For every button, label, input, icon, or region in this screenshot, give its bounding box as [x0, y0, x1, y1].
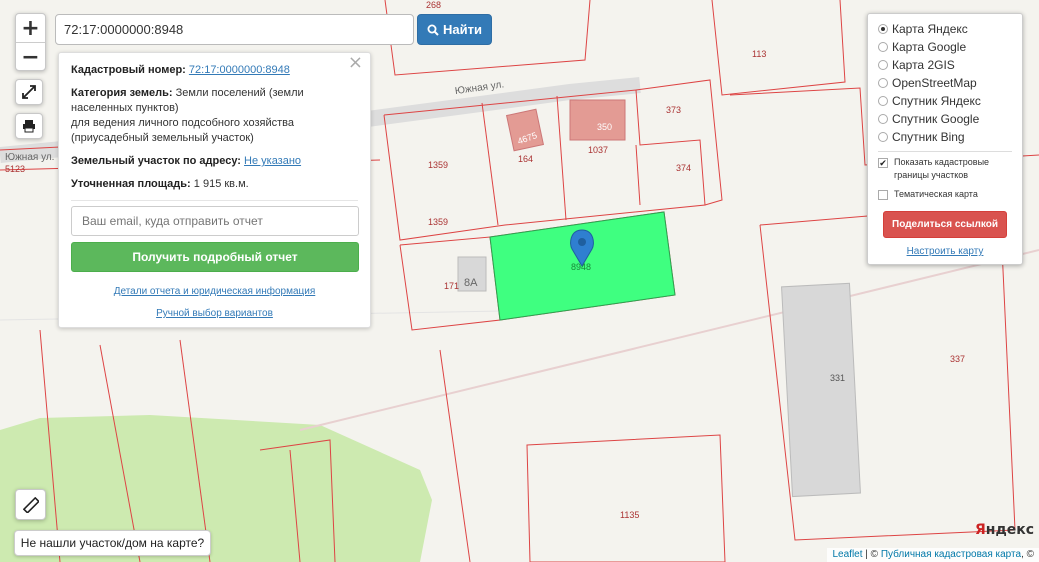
yandex-logo: Яндекс — [975, 522, 1035, 538]
layer-option-label: Карта Яндекс — [892, 22, 968, 36]
radio-icon — [878, 96, 888, 106]
radio-icon — [878, 60, 888, 70]
building-350 — [569, 99, 626, 141]
layer-option[interactable]: Спутник Google — [878, 110, 1012, 128]
category-line3: (приусадебный земельный участок) — [71, 132, 254, 144]
not-found-button[interactable]: Не нашли участок/дом на карте? — [14, 530, 211, 556]
layer-option-label: Спутник Яндекс — [892, 94, 981, 108]
layer-option[interactable]: Спутник Bing — [878, 128, 1012, 146]
setup-map-link[interactable]: Настроить карту — [878, 246, 1012, 257]
parcel-label: 1359 — [428, 160, 448, 170]
manual-selection-link[interactable]: Ручной выбор вариантов — [156, 308, 273, 319]
building-label: 8А — [464, 277, 478, 289]
printer-icon — [23, 120, 35, 133]
category-line2: для ведения личного подсобного хозяйства — [71, 117, 294, 129]
ruler-icon — [22, 496, 39, 513]
layer-option-label: Карта Google — [892, 40, 967, 54]
parcel-info-panel: × Кадастровый номер: 72:17:0000000:8948 … — [58, 52, 371, 328]
cadastral-number-link[interactable]: 72:17:0000000:8948 — [189, 64, 290, 76]
parcel-label: 337 — [950, 354, 965, 364]
parcel-label: 1135 — [620, 510, 639, 520]
attribution: Leaflet | © Публичная кадастровая карта,… — [827, 548, 1039, 562]
checkmark-icon: ✔ — [878, 158, 888, 168]
layer-option[interactable]: Карта 2GIS — [878, 56, 1012, 74]
radio-icon — [878, 78, 888, 88]
pkk-link[interactable]: Публичная кадастровая карта — [881, 549, 1021, 560]
email-field[interactable] — [71, 206, 359, 236]
show-borders-label: Показать кадастровые границы участков — [894, 157, 990, 180]
layer-option-label: Карта 2GIS — [892, 58, 955, 72]
parcel-label: 1359 — [428, 217, 448, 227]
street-label-2: Южная ул. — [5, 152, 54, 163]
parcel-label: 8948 — [571, 262, 591, 272]
leaflet-link[interactable]: Leaflet — [832, 549, 862, 560]
zoom-in-button[interactable]: + — [16, 14, 45, 43]
address-label: Земельный участок по адресу: — [71, 155, 241, 167]
get-report-button[interactable]: Получить подробный отчет — [71, 242, 359, 272]
thematic-map-checkbox[interactable]: Тематическая карта — [878, 188, 1012, 201]
area-label: Уточненная площадь: — [71, 178, 191, 190]
find-button-label: Найти — [443, 22, 482, 37]
search-icon — [427, 24, 439, 36]
print-button[interactable] — [15, 113, 43, 139]
category-label: Категория земель: — [71, 87, 173, 99]
building-331 — [781, 282, 861, 498]
layer-switcher: Карта Яндекс Карта Google Карта 2GIS OpenSt… — [867, 13, 1023, 265]
parcel-label: 1037 — [588, 145, 608, 155]
layer-option-label: Спутник Bing — [892, 130, 965, 144]
parcel-label: 373 — [666, 105, 681, 115]
area-value: 1 915 кв.м. — [193, 178, 249, 190]
radio-icon — [878, 114, 888, 124]
layer-option-label: Спутник Google — [892, 112, 980, 126]
building-label: 350 — [597, 122, 612, 132]
zoom-out-button[interactable]: − — [16, 43, 45, 72]
layer-option[interactable]: OpenStreetMap — [878, 74, 1012, 92]
zoom-control: + − — [15, 13, 46, 71]
building-label: 331 — [830, 373, 845, 383]
report-details-link[interactable]: Детали отчета и юридическая информация — [114, 286, 316, 297]
expand-icon — [22, 85, 36, 99]
parcel-label: 374 — [676, 163, 691, 173]
parcel-label: 164 — [518, 154, 533, 164]
cadastral-label: Кадастровый номер: — [71, 64, 186, 76]
radio-icon — [878, 42, 888, 52]
layer-option[interactable]: Карта Яндекс — [878, 20, 1012, 38]
ruler-button[interactable] — [15, 489, 46, 520]
radio-icon — [878, 132, 888, 142]
address-link[interactable]: Не указано — [244, 155, 301, 167]
close-icon[interactable]: × — [348, 54, 363, 72]
layer-option[interactable]: Спутник Яндекс — [878, 92, 1012, 110]
cadastral-search-input[interactable] — [55, 14, 414, 45]
parcel-label: 5123 — [5, 164, 25, 174]
find-button[interactable]: Найти — [417, 14, 492, 45]
layer-option[interactable]: Карта Google — [878, 38, 1012, 56]
fullscreen-button[interactable] — [15, 79, 43, 105]
layer-option-label: OpenStreetMap — [892, 76, 977, 90]
radio-icon — [878, 24, 888, 34]
parcel-label: 268 — [426, 0, 441, 10]
show-borders-checkbox[interactable]: ✔ Показать кадастровые границы участков — [878, 156, 1012, 182]
parcel-label: 171 — [444, 281, 459, 291]
thematic-label: Тематическая карта — [894, 189, 978, 199]
share-link-button[interactable]: Поделиться ссылкой — [883, 211, 1007, 238]
parcel-label: 113 — [752, 49, 766, 59]
